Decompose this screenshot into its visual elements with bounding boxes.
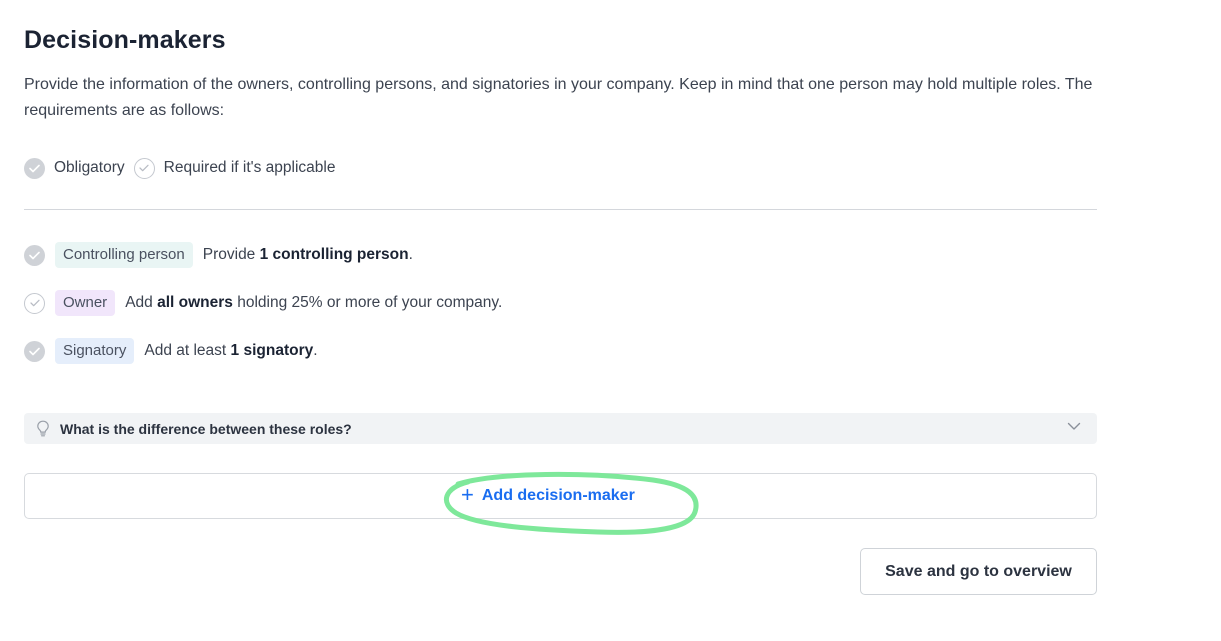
requirement-text-after: holding 25% or more of your company. [232,294,503,311]
roles-difference-accordion[interactable]: What is the difference between these rol… [24,413,1097,444]
requirement-text-before: Provide [202,246,260,263]
check-outline-icon [24,292,45,314]
role-chip-signatory: Signatory [55,338,135,364]
role-chip-controlling-person: Controlling person [55,242,193,268]
check-outline-icon [133,157,155,179]
add-decision-maker-label: Add decision-maker [481,487,635,504]
requirement-controlling-person: Controlling person Provide 1 controlling… [24,242,413,268]
requirement-text-bold: 1 controlling person [259,246,409,263]
plus-icon: + [461,481,474,507]
check-filled-icon [24,157,45,179]
check-filled-icon [24,340,45,362]
requirement-text: Provide 1 controlling person. [203,246,413,264]
requirement-text-after: . [313,342,318,359]
check-filled-icon [24,244,45,266]
faq-question: What is the difference between these rol… [60,420,352,437]
page-title: Decision-makers [24,26,226,54]
requirement-text-before: Add at least [144,342,231,359]
requirement-text-bold: 1 signatory [230,342,314,359]
chevron-down-icon[interactable] [1067,422,1081,431]
requirement-text: Add all owners holding 25% or more of yo… [125,294,502,312]
role-chip-owner: Owner [55,290,116,316]
intro-text: Provide the information of the owners, c… [24,76,1093,119]
requirement-text-before: Add [125,294,158,311]
save-and-go-to-overview-button[interactable]: Save and go to overview [860,548,1097,595]
lightbulb-icon [36,420,50,437]
legend-applicable-label: Required if it's applicable [163,159,336,176]
requirement-owner: Owner Add all owners holding 25% or more… [24,290,502,316]
add-decision-maker-button[interactable]: + Add decision-maker [461,481,635,507]
requirement-signatory: Signatory Add at least 1 signatory. [24,338,318,364]
legend-obligatory-label: Obligatory [54,159,125,176]
legend: Obligatory Required if it's applicable [24,157,345,179]
requirement-text: Add at least 1 signatory. [144,342,317,360]
requirement-text-bold: all owners [157,294,233,311]
divider [24,209,1097,210]
requirement-text-after: . [408,246,413,263]
